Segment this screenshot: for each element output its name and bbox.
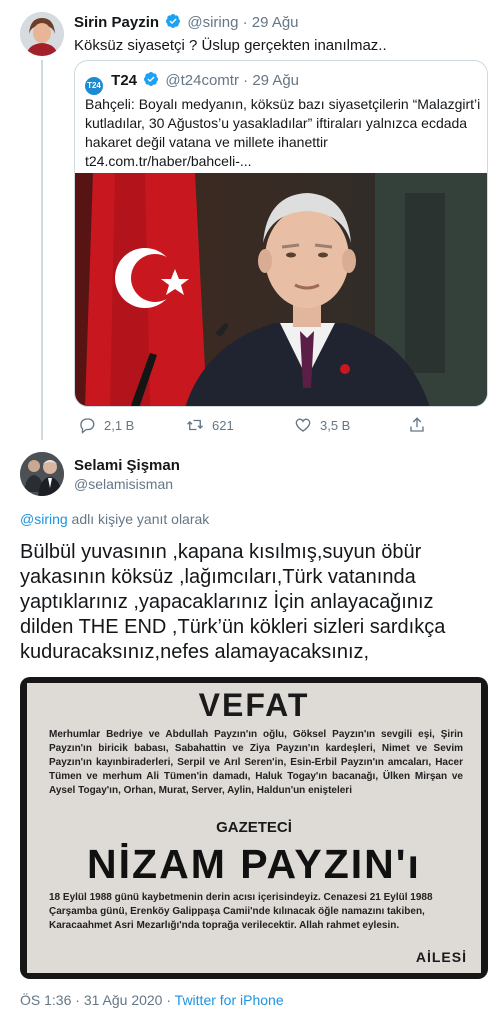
retweet-icon	[187, 419, 203, 431]
tweet2-handle[interactable]: @selamisisman	[74, 476, 173, 492]
obituary-heading: VEFAT	[198, 687, 310, 723]
retweet-count: 621	[212, 417, 234, 433]
reply-icon	[80, 418, 95, 434]
quoted-author-name: T24	[111, 72, 138, 89]
tweet2-text: Bülbül yuvasının ,kapana kısılmış,suyun …	[20, 541, 446, 663]
avatar-sirin-payzin[interactable]	[20, 12, 64, 56]
quoted-tweet-image[interactable]	[75, 173, 487, 406]
retweet-action[interactable]: 621	[186, 416, 234, 434]
like-action[interactable]: 3,5 B	[294, 416, 350, 434]
tweet1-text: Köksüz siyasetçi ? Üslup gerçekten inanı…	[74, 37, 387, 54]
reply-count: 2,1 B	[104, 417, 135, 433]
tweet2-footer: ÖS 1:36 · 31 Ağu 2020 · Twitter for iPho…	[20, 992, 284, 1008]
tweet1-dot: ·	[242, 14, 248, 31]
reply-to-handle-link[interactable]: @siring	[20, 511, 68, 527]
quoted-tweet-header: T24 T24 @t24comtr · 29 Ağu	[85, 71, 299, 95]
replying-to-line: @siring adlı kişiye yanıt olarak	[20, 511, 209, 527]
tweet2-date[interactable]: 31 Ağu 2020	[84, 992, 163, 1008]
share-icon	[410, 417, 424, 432]
tweet2-time[interactable]: ÖS 1:36	[20, 992, 71, 1008]
obituary-name: NİZAM PAYZIN'ı	[87, 841, 421, 887]
tweet2-source-link[interactable]: Twitter for iPhone	[175, 992, 284, 1008]
reply-to-label: adlı kişiye yanıt olarak	[67, 511, 210, 527]
obituary-signature: AİLESİ	[415, 949, 467, 965]
like-count: 3,5 B	[320, 417, 351, 433]
quoted-date: 29 Ağu	[252, 72, 300, 89]
t24-logo-icon: T24	[85, 77, 103, 95]
reply-action[interactable]: 2,1 B	[78, 416, 134, 434]
verified-badge-icon	[165, 13, 181, 33]
quoted-tweet-text: Bahçeli: Boyalı medyanın, köksüz bazı si…	[85, 96, 481, 169]
tweet1-date[interactable]: 29 Ağu	[252, 14, 299, 31]
obituary-paragraph-2: 18 Eylül 1988 günü kaybetmenin derin acı…	[49, 892, 433, 931]
tweet1-handle[interactable]: @siring	[187, 14, 238, 31]
quoted-handle: @t24comtr	[165, 72, 239, 89]
footer-separator-1: ·	[71, 992, 84, 1008]
quoted-dot: ·	[243, 72, 249, 89]
verified-badge-icon	[143, 71, 159, 91]
obituary-paper: VEFAT Merhumlar Bedriye ve Abdullah Payz…	[27, 683, 481, 973]
tweet1-author-name[interactable]: Sirin Payzin	[74, 14, 159, 31]
footer-separator-2: ·	[162, 992, 175, 1008]
share-action[interactable]	[408, 416, 426, 434]
avatar-selami-sisman[interactable]	[20, 452, 64, 496]
obituary-paragraph: Merhumlar Bedriye ve Abdullah Payzın'ın …	[49, 729, 463, 796]
obituary-image[interactable]: VEFAT Merhumlar Bedriye ve Abdullah Payz…	[20, 677, 488, 979]
obituary-profession: GAZETECİ	[216, 819, 292, 836]
quoted-tweet-card[interactable]: T24 T24 @t24comtr · 29 Ağu Bahçeli: Boya…	[74, 60, 488, 407]
tweet2-author-name[interactable]: Selami Şişman	[74, 457, 180, 474]
tweet1-actions: 2,1 B 621 3,5 B	[74, 416, 434, 436]
heart-icon	[295, 418, 311, 432]
thread-connector-line	[41, 60, 43, 440]
tweet1-header: Sirin Payzin @siring · 29 Ağu	[74, 13, 299, 33]
